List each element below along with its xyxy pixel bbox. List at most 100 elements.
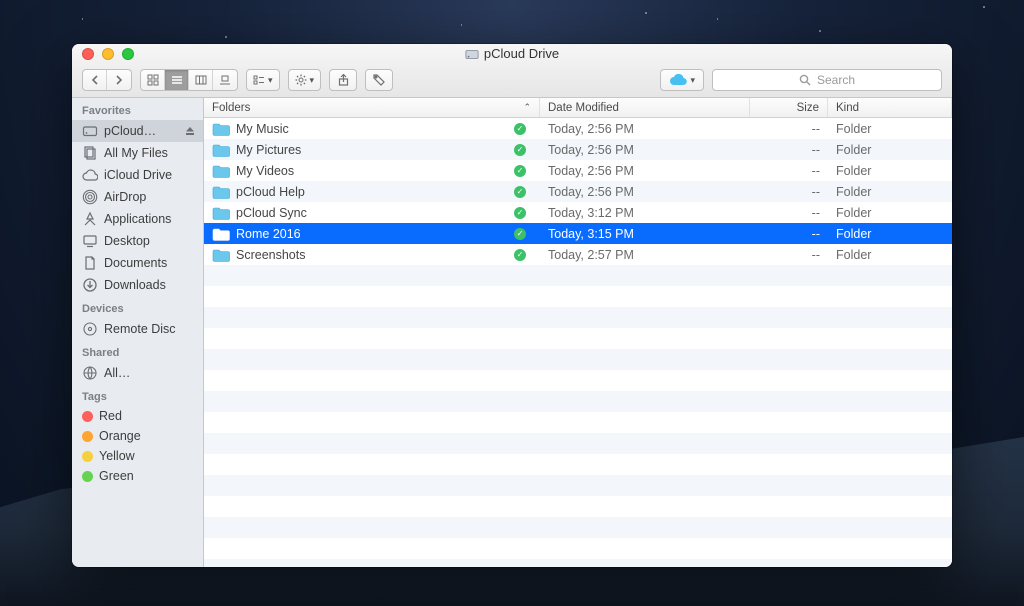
search-placeholder: Search [817,73,855,87]
sidebar-item[interactable]: Documents [72,252,203,274]
column-header-name[interactable]: Folders ⌃ [204,98,540,117]
table-row[interactable]: Screenshots✓Today, 2:57 PM--Folder [204,244,952,265]
cloud-sync-button[interactable]: ▾ [660,69,704,91]
sync-status-icon: ✓ [514,249,526,261]
view-columns-button[interactable] [189,70,213,90]
file-rows[interactable]: My Music✓Today, 2:56 PM--FolderMy Pictur… [204,118,952,567]
file-name: pCloud Sync [236,206,307,220]
sidebar-item[interactable]: pCloud… [72,120,203,142]
share-icon [338,74,349,86]
file-name: Screenshots [236,248,305,262]
sidebar-item[interactable]: Desktop [72,230,203,252]
sync-status-icon: ✓ [514,228,526,240]
table-row[interactable]: pCloud Sync✓Today, 3:12 PM--Folder [204,202,952,223]
drive-icon [465,47,479,61]
sidebar-section-header: Tags [72,384,203,406]
sidebar-item-label: Yellow [99,449,135,463]
sidebar-item-label: All… [104,366,130,380]
sidebar-item-label: Remote Disc [104,322,176,336]
icloud-icon [82,167,98,183]
column-header-kind[interactable]: Kind [828,98,952,117]
sidebar-item-label: AirDrop [104,190,146,204]
folder-icon [212,227,230,241]
docs-icon [82,255,98,271]
file-date: Today, 2:56 PM [540,122,750,136]
view-icons-button[interactable] [141,70,165,90]
folder-icon [212,143,230,157]
view-switcher [140,69,238,91]
column-header-date[interactable]: Date Modified [540,98,750,117]
sidebar-item[interactable]: Red [72,406,203,426]
sidebar-item-label: Orange [99,429,141,443]
sidebar-item-label: iCloud Drive [104,168,172,182]
view-list-button[interactable] [165,70,189,90]
action-menu-button[interactable]: ▾ [288,69,322,91]
file-date: Today, 2:57 PM [540,248,750,262]
cloud-icon [669,74,687,86]
nav-back-forward [82,69,132,91]
sidebar-item-label: Green [99,469,134,483]
sidebar-item[interactable]: Yellow [72,446,203,466]
file-date: Today, 2:56 PM [540,185,750,199]
titlebar: pCloud Drive ▾ ▾ [72,44,952,98]
folder-icon [212,248,230,262]
file-date: Today, 3:15 PM [540,227,750,241]
file-size: -- [750,122,828,136]
sidebar-item[interactable]: Applications [72,208,203,230]
file-kind: Folder [828,206,952,220]
downloads-icon [82,277,98,293]
file-kind: Folder [828,185,952,199]
sidebar-item[interactable]: All My Files [72,142,203,164]
file-size: -- [750,248,828,262]
sidebar-item[interactable]: AirDrop [72,186,203,208]
chevron-down-icon: ▾ [268,75,273,86]
sidebar-item-label: Documents [104,256,167,270]
view-coverflow-button[interactable] [213,70,237,90]
drive-icon [82,123,98,139]
file-kind: Folder [828,164,952,178]
folder-icon [212,206,230,220]
sync-status-icon: ✓ [514,207,526,219]
remotedisc-icon [82,321,98,337]
sidebar-item[interactable]: Orange [72,426,203,446]
tag-icon [373,74,385,86]
arrange-menu-button[interactable]: ▾ [246,69,280,91]
nav-back-button[interactable] [83,70,107,90]
sync-status-icon: ✓ [514,123,526,135]
sidebar-item[interactable]: iCloud Drive [72,164,203,186]
network-icon [82,365,98,381]
folder-icon [212,164,230,178]
table-row[interactable]: My Pictures✓Today, 2:56 PM--Folder [204,139,952,160]
allfiles-icon [82,145,98,161]
sidebar-item[interactable]: Remote Disc [72,318,203,340]
sidebar-item-label: Downloads [104,278,166,292]
sidebar-item[interactable]: All… [72,362,203,384]
column-header-size[interactable]: Size [750,98,828,117]
table-row[interactable]: Rome 2016✓Today, 3:15 PM--Folder [204,223,952,244]
table-row[interactable]: My Music✓Today, 2:56 PM--Folder [204,118,952,139]
file-kind: Folder [828,122,952,136]
tag-dot-icon [82,431,93,442]
apps-icon [82,211,98,227]
table-row[interactable]: pCloud Help✓Today, 2:56 PM--Folder [204,181,952,202]
folder-icon [212,185,230,199]
window-title: pCloud Drive [72,46,952,61]
sidebar-item-label: Applications [104,212,171,226]
sidebar-item-label: Desktop [104,234,150,248]
file-name: My Pictures [236,143,301,157]
file-size: -- [750,206,828,220]
tag-dot-icon [82,451,93,462]
table-row[interactable]: My Videos✓Today, 2:56 PM--Folder [204,160,952,181]
finder-window: pCloud Drive ▾ ▾ [72,44,952,567]
sidebar-item[interactable]: Downloads [72,274,203,296]
eject-icon[interactable] [185,126,195,136]
nav-forward-button[interactable] [107,70,131,90]
tag-dot-icon [82,411,93,422]
search-input[interactable]: Search [712,69,942,91]
share-button[interactable] [329,69,357,91]
file-size: -- [750,164,828,178]
gear-icon [295,74,307,86]
tags-button[interactable] [365,69,393,91]
sync-status-icon: ✓ [514,186,526,198]
sidebar-item[interactable]: Green [72,466,203,486]
